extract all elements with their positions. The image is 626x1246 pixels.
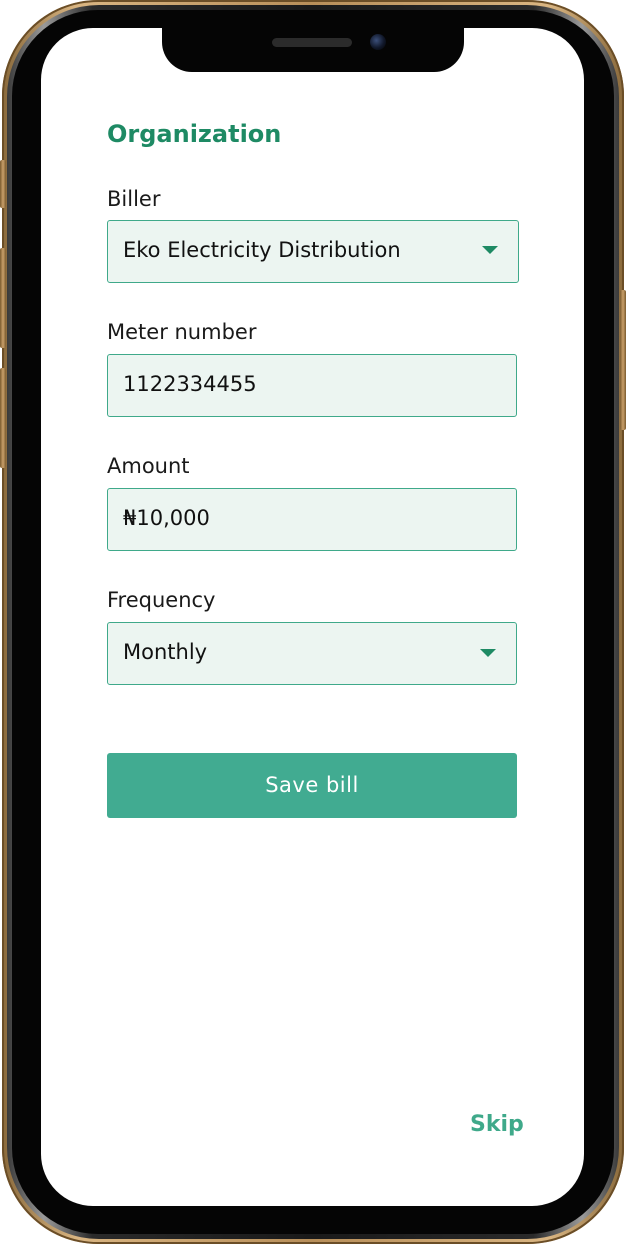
chevron-down-icon xyxy=(480,649,496,657)
biller-select[interactable]: Eko Electricity Distribution xyxy=(107,220,519,283)
amount-label: Amount xyxy=(107,454,190,478)
save-bill-button[interactable]: Save bill xyxy=(107,753,517,818)
amount-value: ₦10,000 xyxy=(123,506,210,530)
bill-form: Organization Biller Eko Electricity Dist… xyxy=(0,0,626,1246)
amount-input[interactable]: ₦10,000 xyxy=(107,488,517,551)
phone-mockup: Organization Biller Eko Electricity Dist… xyxy=(0,0,626,1246)
meter-number-label: Meter number xyxy=(107,320,257,344)
chevron-down-icon xyxy=(482,246,498,254)
biller-label: Biller xyxy=(107,187,161,211)
frequency-select[interactable]: Monthly xyxy=(107,622,517,685)
biller-value: Eko Electricity Distribution xyxy=(123,238,401,262)
frequency-value: Monthly xyxy=(123,640,208,664)
frequency-label: Frequency xyxy=(107,588,216,612)
meter-number-input[interactable]: 1122334455 xyxy=(107,354,517,417)
skip-link[interactable]: Skip xyxy=(470,1112,524,1137)
section-title: Organization xyxy=(107,120,282,148)
meter-number-value: 1122334455 xyxy=(123,372,257,396)
